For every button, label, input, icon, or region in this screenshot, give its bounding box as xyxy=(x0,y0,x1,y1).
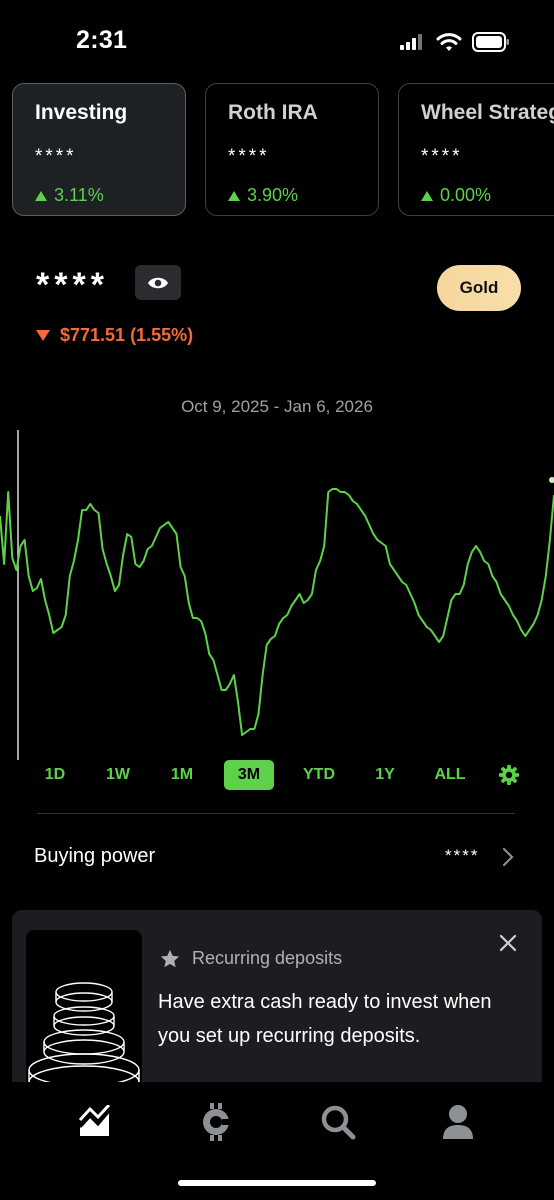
account-name: Wheel Strategy xyxy=(421,101,554,124)
account-name: Roth IRA xyxy=(228,101,318,124)
nav-crypto[interactable] xyxy=(196,1102,236,1142)
promo-body: Have extra cash ready to invest when you… xyxy=(158,991,492,1047)
portfolio-chart[interactable] xyxy=(0,430,554,760)
portfolio-change-value: $771.51 (1.55%) xyxy=(60,325,194,345)
promo-title: Recurring deposits xyxy=(192,948,343,968)
chart-icon xyxy=(78,1105,111,1136)
up-arrow-icon xyxy=(228,190,240,201)
account-change-value: 0.00% xyxy=(440,185,492,205)
account-value: **** xyxy=(35,146,77,167)
home-indicator xyxy=(178,1180,376,1186)
recurring-deposits-card[interactable]: Recurring deposits Have extra cash ready… xyxy=(12,910,542,1100)
tab-1w[interactable]: 1W xyxy=(98,760,138,790)
nav-search[interactable] xyxy=(318,1102,358,1142)
portfolio-balance: **** xyxy=(36,266,109,304)
crypto-icon xyxy=(203,1103,233,1141)
gear-icon xyxy=(498,764,520,786)
search-icon xyxy=(321,1105,356,1140)
buying-power-value: **** xyxy=(445,846,480,865)
chart-series-line xyxy=(0,488,554,736)
chart-settings-button[interactable] xyxy=(496,760,522,790)
down-arrow-icon xyxy=(36,330,50,341)
chart-end-dot xyxy=(549,477,554,483)
tab-ytd[interactable]: YTD xyxy=(296,760,342,790)
account-card-investing[interactable]: Investing **** 3.11% xyxy=(12,83,186,216)
signal-icon xyxy=(400,34,422,50)
star-icon xyxy=(160,949,180,968)
account-card-roth-ira[interactable]: Roth IRA **** 3.90% xyxy=(205,83,379,216)
portfolio-change: $771.51 (1.55%) xyxy=(36,325,193,346)
account-change: 3.11% xyxy=(35,185,104,206)
account-change: 0.00% xyxy=(421,185,491,206)
coins-illustration xyxy=(26,930,142,1100)
up-arrow-icon xyxy=(421,190,433,201)
status-icons xyxy=(400,32,510,52)
account-change-value: 3.90% xyxy=(247,185,299,205)
account-cards: Investing **** 3.11% Roth IRA **** 3.90%… xyxy=(12,83,554,220)
account-value: **** xyxy=(228,146,270,167)
account-change-value: 3.11% xyxy=(54,185,104,205)
chart-date-range: Oct 9, 2025 - Jan 6, 2026 xyxy=(181,397,373,416)
tab-1d[interactable]: 1D xyxy=(35,760,75,790)
range-tabs: 1D 1W 1M 3M YTD 1Y ALL xyxy=(0,760,554,792)
account-card-wheel-strategy[interactable]: Wheel Strategy **** 0.00% xyxy=(398,83,554,216)
eye-icon xyxy=(148,277,168,288)
account-value: **** xyxy=(421,146,463,167)
toggle-visibility-button[interactable] xyxy=(135,265,181,300)
status-time: 2:31 xyxy=(76,26,128,54)
tab-3m[interactable]: 3M xyxy=(224,760,274,790)
profile-icon xyxy=(443,1105,473,1139)
wifi-icon xyxy=(436,32,462,51)
gold-button[interactable]: Gold xyxy=(437,265,521,311)
bottom-nav xyxy=(0,1082,554,1200)
divider xyxy=(37,813,515,814)
tab-1y[interactable]: 1Y xyxy=(366,760,404,790)
account-change: 3.90% xyxy=(228,185,298,206)
tab-1m[interactable]: 1M xyxy=(162,760,202,790)
battery-icon xyxy=(472,32,509,52)
chevron-right-icon[interactable] xyxy=(500,845,516,869)
close-icon[interactable] xyxy=(498,933,518,953)
up-arrow-icon xyxy=(35,190,47,201)
account-name: Investing xyxy=(35,101,128,124)
nav-profile[interactable] xyxy=(438,1102,478,1142)
tab-all[interactable]: ALL xyxy=(428,760,472,790)
nav-investing[interactable] xyxy=(75,1102,115,1142)
buying-power-label[interactable]: Buying power xyxy=(34,845,155,868)
